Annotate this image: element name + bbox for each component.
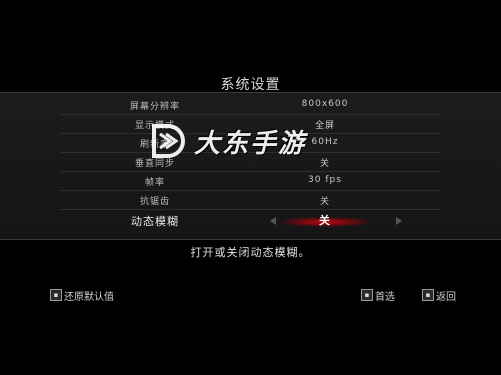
setting-row-resolution[interactable]: 屏幕分辨率 800x600 bbox=[0, 96, 501, 115]
setting-label: 动态模糊 bbox=[131, 215, 179, 228]
key-icon: ▪ bbox=[422, 289, 434, 301]
setting-row-framerate[interactable]: 帧率 30 fps bbox=[0, 172, 501, 191]
setting-row-motion-blur[interactable]: 动态模糊 关 bbox=[0, 211, 501, 230]
key-icon: ▪ bbox=[361, 289, 373, 301]
key-icon: ▪ bbox=[50, 289, 62, 301]
restore-defaults-label: 还原默认值 bbox=[64, 291, 114, 303]
setting-row-antialiasing[interactable]: 抗锯齿 关 bbox=[0, 191, 501, 210]
row-divider bbox=[60, 209, 440, 210]
page-title: 系统设置 bbox=[220, 77, 281, 93]
setting-label: 屏幕分辨率 bbox=[129, 102, 180, 112]
setting-value: 关 bbox=[319, 214, 331, 227]
watermark-text: 大东手游 bbox=[194, 128, 307, 159]
back-button[interactable]: ▪ 返回 bbox=[422, 288, 456, 303]
setting-value: 30 fps bbox=[308, 175, 342, 185]
setting-value: 800x600 bbox=[301, 99, 349, 109]
setting-description: 打开或关闭动态模糊。 bbox=[190, 246, 311, 259]
confirm-label: 首选 bbox=[375, 291, 395, 303]
restore-defaults-button[interactable]: ▪ 还原默认值 bbox=[50, 288, 114, 303]
watermark: 大东手游 bbox=[148, 120, 358, 162]
watermark-logo-icon bbox=[152, 124, 185, 158]
setting-label: 帧率 bbox=[144, 178, 165, 188]
arrow-right-icon[interactable] bbox=[396, 217, 402, 225]
settings-panel: 屏幕分辨率 800x600 显示模式 全屏 刷新率 60Hz 垂直同步 关 帧率… bbox=[0, 92, 501, 240]
setting-label: 抗锯齿 bbox=[139, 197, 170, 207]
setting-value: 关 bbox=[319, 197, 330, 207]
back-label: 返回 bbox=[436, 291, 456, 303]
confirm-button[interactable]: ▪ 首选 bbox=[361, 288, 395, 303]
